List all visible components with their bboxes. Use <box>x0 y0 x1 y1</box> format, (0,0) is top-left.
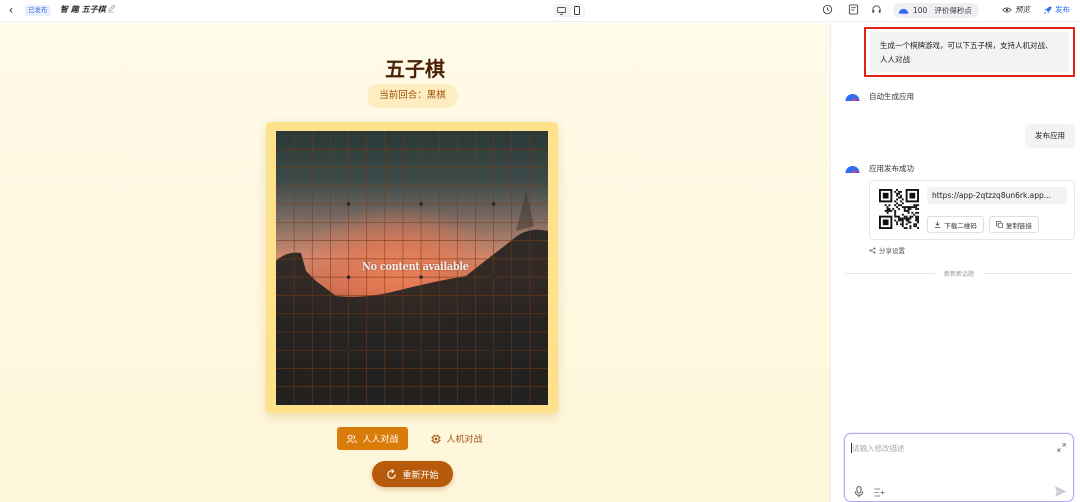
top-bar: ‹ 已发布 智 趣 五子棋 100 评价得秒点 预览 发布 <box>0 0 1080 22</box>
chat-panel: 生成一个棋牌游戏，可以下五子棋，支持人机对战、人人对战 自动生成应用 发布应用 … <box>830 23 1080 502</box>
star-point <box>491 275 496 279</box>
credits-badge[interactable]: 100 评价得秒点 <box>893 3 979 18</box>
share-settings-button[interactable]: 分享设置 <box>869 245 905 255</box>
game-title: 五子棋 <box>385 57 445 81</box>
preview-button[interactable]: 预览 <box>1002 4 1030 15</box>
copy-link-button[interactable]: 复制链接 <box>989 216 1039 233</box>
send-icon[interactable] <box>1054 485 1067 498</box>
microphone-icon[interactable] <box>854 486 864 498</box>
credits-logo-icon <box>898 8 909 14</box>
device-switch <box>553 4 585 17</box>
pencil-icon[interactable] <box>107 4 117 14</box>
new-topic-divider: 新新新话题 <box>845 271 1073 278</box>
user-prompt-bubble: 生成一个棋牌游戏，可以下五子棋，支持人机对战、人人对战 <box>870 32 1069 72</box>
share-icon <box>869 246 876 254</box>
credits-label: 评价得秒点 <box>934 6 972 15</box>
cpu-icon <box>431 434 441 443</box>
copy-link-label: 复制链接 <box>1006 221 1032 230</box>
bot-status-auto-generate: 自动生成应用 <box>869 92 914 101</box>
star-point <box>419 202 423 206</box>
download-qr-label: 下载二维码 <box>944 221 977 230</box>
pve-mode-button[interactable]: 人机对战 <box>418 427 496 450</box>
pve-mode-label: 人机对战 <box>446 435 483 445</box>
divider-line <box>845 273 935 274</box>
preview-label: 预览 <box>1015 5 1030 14</box>
highlighted-user-message: 生成一个棋牌游戏，可以下五子棋，支持人机对战、人人对战 <box>864 27 1075 77</box>
publish-label: 发布 <box>1055 5 1070 14</box>
user-reply-bubble: 发布应用 <box>1025 124 1075 148</box>
users-icon <box>346 434 358 443</box>
document-icon[interactable] <box>848 4 860 16</box>
prompt-input-placeholder: 请输入修改描述 <box>852 444 905 453</box>
expand-icon[interactable] <box>1057 443 1066 452</box>
chevron-left-icon[interactable]: ‹ <box>4 3 18 17</box>
history-icon[interactable] <box>822 4 834 16</box>
share-card: https://app-2qtzzq8un6rk.app... 下载二维码 复制… <box>869 180 1075 240</box>
restart-label: 重新开始 <box>402 470 439 481</box>
credits-count: 100 <box>913 6 928 15</box>
share-settings-label: 分享设置 <box>879 247 905 255</box>
refresh-icon <box>387 468 397 479</box>
star-point <box>346 275 351 279</box>
star-point <box>346 348 351 352</box>
app-url[interactable]: https://app-2qtzzq8un6rk.app... <box>927 187 1067 204</box>
star-point <box>419 275 423 279</box>
qr-code-image <box>879 189 919 229</box>
app-title: 智 趣 五子棋 <box>60 5 106 14</box>
divider-line <box>983 273 1073 274</box>
star-point <box>491 202 496 206</box>
no-content-text: No content available <box>362 260 469 273</box>
pvp-mode-label: 人人对战 <box>362 435 399 445</box>
assistant-logo-icon <box>845 94 860 101</box>
restart-button[interactable]: 重新开始 <box>372 461 453 487</box>
pvp-mode-button[interactable]: 人人对战 <box>337 427 408 450</box>
gomoku-board[interactable]: No content available <box>276 131 548 405</box>
publish-button[interactable]: 发布 <box>1043 4 1070 15</box>
prompt-optimize-icon[interactable] <box>874 488 885 497</box>
headset-icon[interactable] <box>871 4 883 16</box>
eye-icon <box>1002 7 1012 12</box>
star-point <box>419 348 423 352</box>
desktop-icon[interactable] <box>555 6 567 16</box>
copy-icon <box>996 221 1003 228</box>
mobile-icon[interactable] <box>571 5 583 16</box>
game-preview: 五子棋 当前回合：黑棋 No content available 人人对战 人机… <box>0 23 830 502</box>
star-point <box>491 348 496 352</box>
status-badge: 已发布 <box>25 5 51 16</box>
board-frame: No content available <box>266 122 558 413</box>
prompt-input-box[interactable]: 请输入修改描述 <box>844 433 1074 502</box>
bot-status-publish-success: 应用发布成功 <box>869 164 914 173</box>
assistant-logo-icon <box>845 166 860 173</box>
download-qr-button[interactable]: 下载二维码 <box>927 216 984 233</box>
new-topic-label[interactable]: 新新新话题 <box>937 269 981 278</box>
download-icon <box>935 221 941 228</box>
turn-indicator: 当前回合：黑棋 <box>367 84 458 108</box>
star-point <box>346 202 351 206</box>
rocket-icon <box>1043 6 1052 14</box>
